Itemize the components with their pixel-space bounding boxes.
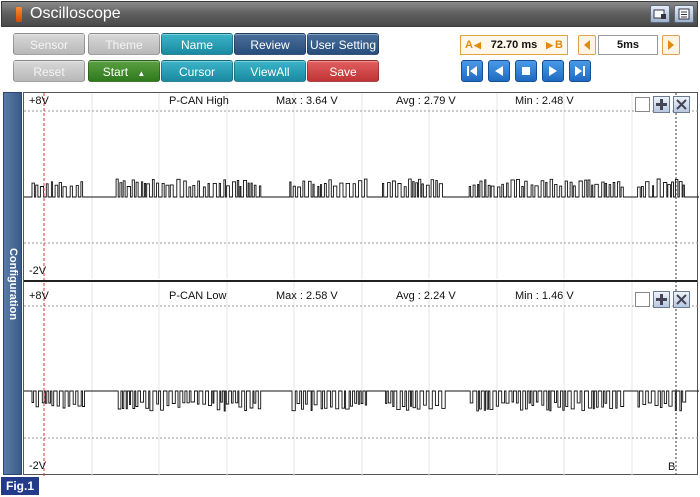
skip-end-button[interactable] bbox=[569, 60, 591, 82]
panel2-checkbox[interactable] bbox=[635, 292, 650, 307]
panel1-checkbox[interactable] bbox=[635, 97, 650, 112]
panel1-add-button[interactable] bbox=[653, 96, 670, 113]
signal-trace bbox=[24, 178, 699, 198]
timebase-field[interactable]: 5ms bbox=[598, 35, 658, 55]
panel1-channel-name: P-CAN High bbox=[169, 95, 229, 107]
name-button[interactable]: Name bbox=[161, 33, 233, 55]
panel2-avg: Avg : 2.24 V bbox=[396, 290, 456, 302]
sensor-button[interactable]: Sensor bbox=[13, 33, 85, 55]
stop-icon bbox=[522, 67, 530, 75]
close-icon bbox=[676, 294, 687, 305]
plus-icon bbox=[656, 99, 667, 110]
start-button[interactable]: Start ▲︎ bbox=[88, 60, 160, 82]
review-button[interactable]: Review bbox=[234, 33, 306, 55]
play-icon bbox=[549, 66, 557, 76]
cursor-a-arrow-icon: ◀ bbox=[474, 40, 481, 50]
screen-capture-icon[interactable] bbox=[650, 5, 670, 23]
panel2-top-scale: +8V bbox=[29, 290, 49, 302]
cursor-b-label: B bbox=[668, 461, 676, 473]
panel-separator bbox=[24, 280, 697, 282]
skip-end-icon bbox=[575, 66, 585, 76]
figure-label: Fig.1 bbox=[1, 477, 39, 495]
panel2-add-button[interactable] bbox=[653, 291, 670, 308]
cursor-b-arrow-icon: ▶ bbox=[546, 40, 553, 50]
triangle-left-icon bbox=[584, 40, 590, 50]
close-icon bbox=[676, 99, 687, 110]
panel1-bottom-scale: -2V bbox=[29, 265, 47, 277]
cursor-delta-field: A ◀ 72.70 ms ▶ B bbox=[460, 35, 568, 55]
panel1-top-scale: +8V bbox=[29, 95, 49, 107]
panel1-avg: Avg : 2.79 V bbox=[396, 95, 456, 107]
cursor-a-marker: A bbox=[465, 39, 473, 51]
step-back-button[interactable] bbox=[488, 60, 510, 82]
step-forward-button[interactable] bbox=[542, 60, 564, 82]
app-icon bbox=[16, 7, 22, 22]
reset-button[interactable]: Reset bbox=[13, 60, 85, 82]
play-reverse-icon bbox=[495, 66, 503, 76]
configuration-tab-label: Configuration bbox=[6, 247, 19, 320]
configuration-tab[interactable]: Configuration bbox=[3, 92, 22, 475]
panel2-min: Min : 1.46 V bbox=[515, 290, 574, 302]
start-label: Start bbox=[102, 65, 129, 79]
panel1-min: Min : 2.48 V bbox=[515, 95, 574, 107]
user-setting-button[interactable]: User Setting bbox=[307, 33, 379, 55]
viewall-button[interactable]: ViewAll bbox=[234, 60, 306, 82]
skip-start-icon bbox=[467, 66, 477, 76]
panel2-channel-name: P-CAN Low bbox=[169, 290, 227, 302]
cursor-delta-value: 72.70 ms bbox=[490, 39, 538, 51]
menu-icon[interactable] bbox=[674, 5, 694, 23]
panel2-max: Max : 2.58 V bbox=[276, 290, 338, 302]
panel2-bottom-scale: -2V bbox=[29, 460, 47, 472]
waveform-canvas bbox=[24, 93, 699, 476]
plus-icon bbox=[656, 294, 667, 305]
grid bbox=[24, 93, 699, 476]
triangle-right-icon bbox=[668, 40, 674, 50]
cursor-button[interactable]: Cursor bbox=[161, 60, 233, 82]
timebase-decrease-button[interactable] bbox=[578, 35, 596, 55]
theme-button[interactable]: Theme bbox=[88, 33, 160, 55]
stop-button[interactable] bbox=[515, 60, 537, 82]
title-bar: Oscilloscope bbox=[1, 1, 698, 27]
panel1-max: Max : 3.64 V bbox=[276, 95, 338, 107]
window-title: Oscilloscope bbox=[30, 5, 121, 22]
timebase-increase-button[interactable] bbox=[662, 35, 680, 55]
save-button[interactable]: Save bbox=[307, 60, 379, 82]
panel2-close-button[interactable] bbox=[673, 291, 690, 308]
stepper-icon: ▲︎ bbox=[137, 69, 146, 78]
panel1-close-button[interactable] bbox=[673, 96, 690, 113]
skip-start-button[interactable] bbox=[461, 60, 483, 82]
scope-display[interactable]: +8V P-CAN High Max : 3.64 V Avg : 2.79 V… bbox=[23, 92, 699, 476]
cursor-b-marker: B bbox=[555, 39, 563, 51]
